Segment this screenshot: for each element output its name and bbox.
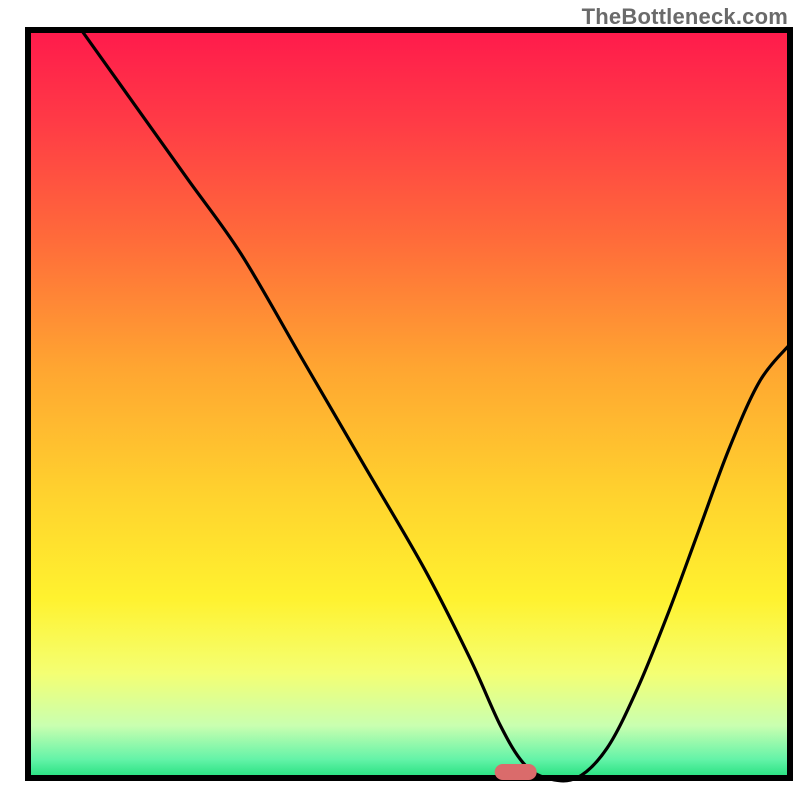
optimal-marker [495,764,537,780]
bottleneck-chart: TheBottleneck.com [0,0,800,800]
gradient-background [28,30,790,778]
watermark-text: TheBottleneck.com [582,4,788,30]
chart-svg [0,0,800,800]
